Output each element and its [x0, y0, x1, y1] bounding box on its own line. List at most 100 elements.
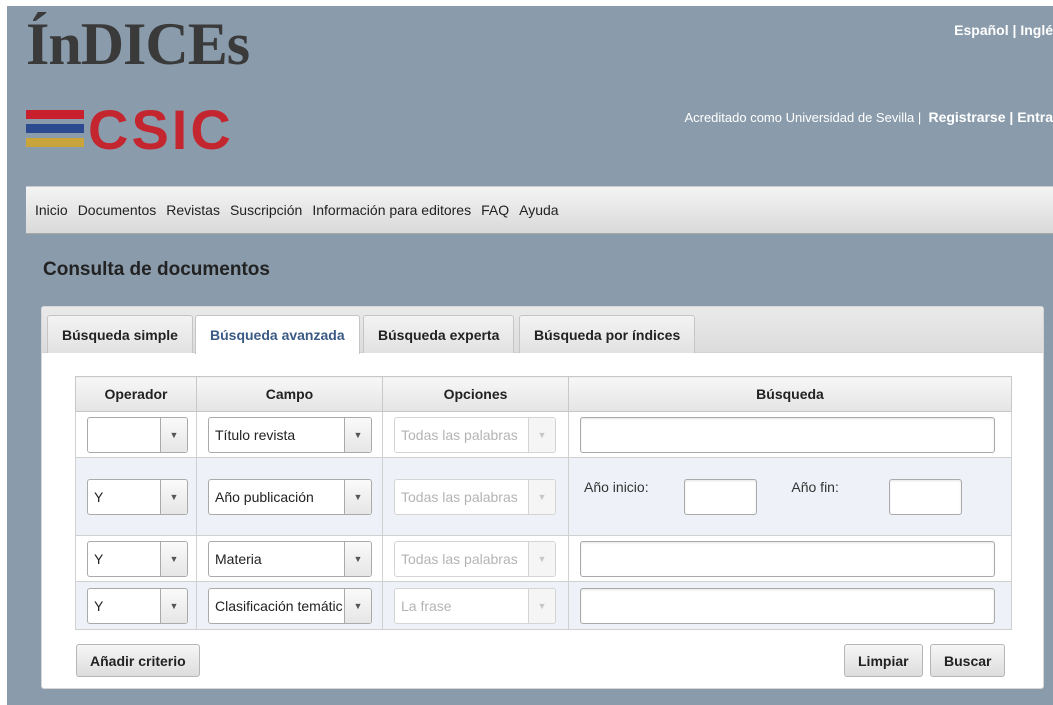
col-header-operador: Operador	[75, 376, 197, 412]
accreditation-text: Acreditado como Universidad de Sevilla |	[684, 110, 922, 125]
chevron-down-icon: ▼	[528, 588, 555, 623]
user-links: Acreditado como Universidad de Sevilla |…	[684, 109, 1053, 125]
campo-select[interactable]: Materia ▼	[208, 540, 372, 577]
operador-value: Y	[94, 550, 104, 567]
lang-english-link[interactable]: Inglé	[1020, 22, 1053, 38]
year-end-input[interactable]	[888, 478, 962, 515]
chevron-down-icon: ▼	[160, 479, 187, 514]
nav-item-ayuda[interactable]: Ayuda	[519, 202, 558, 218]
opciones-value: Todas las palabras	[401, 550, 518, 567]
nav-item-documentos[interactable]: Documentos	[78, 202, 157, 218]
chevron-down-icon: ▼	[160, 417, 187, 452]
opciones-cell: Todas las palabras ▼	[382, 535, 569, 582]
lang-spanish-link[interactable]: Español	[954, 22, 1008, 38]
logo-bar-blue	[26, 124, 84, 133]
busqueda-cell	[568, 535, 1012, 582]
main-navbar: Inicio Documentos Revistas Suscripción I…	[26, 186, 1053, 234]
logo-indices-text: ÍnDICEs	[26, 11, 250, 77]
opciones-select: Todas las palabras ▼	[394, 540, 556, 577]
nav-item-suscripcion[interactable]: Suscripción	[230, 202, 302, 218]
opciones-value: Todas las palabras	[401, 426, 518, 443]
logo-csic-text: CSIC	[88, 98, 234, 161]
busqueda-cell	[568, 581, 1012, 630]
chevron-down-icon: ▼	[528, 417, 555, 452]
register-link[interactable]: Registrarse	[928, 109, 1005, 125]
busqueda-input[interactable]	[580, 540, 995, 577]
campo-cell: Título revista ▼	[196, 411, 383, 458]
chevron-down-icon: ▼	[344, 479, 371, 514]
table-row: Y ▼ Año publicación ▼ Todas las palabras…	[75, 457, 1012, 536]
opciones-cell: Todas las palabras ▼	[382, 411, 569, 458]
window-top-edge	[0, 0, 1053, 6]
nav-item-faq[interactable]: FAQ	[481, 202, 509, 218]
opciones-value: Todas las palabras	[401, 488, 518, 505]
chevron-down-icon: ▼	[344, 588, 371, 623]
campo-value: Año publicación	[215, 488, 314, 505]
operador-cell: Y ▼	[75, 581, 197, 630]
opciones-value: La frase	[401, 597, 452, 614]
operador-select[interactable]: Y ▼	[87, 540, 188, 577]
chevron-down-icon: ▼	[528, 541, 555, 576]
search-button[interactable]: Buscar	[930, 644, 1006, 677]
chevron-down-icon: ▼	[344, 417, 371, 452]
campo-cell: Año publicación ▼	[196, 457, 383, 536]
busqueda-input[interactable]	[580, 587, 995, 624]
campo-value: Título revista	[215, 426, 296, 443]
nav-item-revistas[interactable]: Revistas	[166, 202, 220, 218]
busqueda-input[interactable]	[580, 416, 995, 453]
opciones-select: Todas las palabras ▼	[394, 416, 556, 453]
campo-select[interactable]: Clasificación temática ▼	[208, 587, 372, 624]
busqueda-cell	[568, 411, 1012, 458]
opciones-cell: Todas las palabras ▼	[382, 457, 569, 536]
nav-item-inicio[interactable]: Inicio	[35, 202, 68, 218]
table-row: ▼ Título revista ▼ Todas las palabras ▼	[75, 411, 1012, 458]
search-tabs-panel: Búsqueda simple Búsqueda avanzada Búsque…	[41, 306, 1044, 689]
language-links: Español | Inglé	[954, 22, 1053, 38]
table-row: Y ▼ Materia ▼ Todas las palabras ▼	[75, 535, 1012, 582]
campo-select[interactable]: Título revista ▼	[208, 416, 372, 453]
campo-cell: Clasificación temática ▼	[196, 581, 383, 630]
year-end-label: Año fin:	[791, 478, 839, 495]
tab-busqueda-avanzada[interactable]: Búsqueda avanzada	[195, 315, 360, 354]
chevron-down-icon: ▼	[160, 541, 187, 576]
col-header-campo: Campo	[196, 376, 383, 412]
chevron-down-icon: ▼	[344, 541, 371, 576]
logo-color-bars	[26, 110, 84, 152]
campo-select[interactable]: Año publicación ▼	[208, 478, 372, 515]
operador-cell: ▼	[75, 411, 197, 458]
opciones-cell: La frase ▼	[382, 581, 569, 630]
logo-bar-red	[26, 110, 84, 119]
busqueda-cell: Año inicio: Año fin:	[568, 457, 1012, 536]
campo-cell: Materia ▼	[196, 535, 383, 582]
page-title: Consulta de documentos	[43, 259, 270, 280]
col-header-busqueda: Búsqueda	[568, 376, 1012, 412]
criteria-table: Operador Campo Opciones Búsqueda ▼ Títul…	[75, 376, 1012, 630]
table-row: Y ▼ Clasificación temática ▼ La frase ▼	[75, 581, 1012, 630]
opciones-select: La frase ▼	[394, 587, 556, 624]
add-criterion-button[interactable]: Añadir criterio	[76, 644, 200, 677]
user-links-separator: |	[1005, 109, 1018, 125]
window-left-edge	[0, 0, 7, 705]
login-link[interactable]: Entra	[1017, 109, 1053, 125]
operador-select[interactable]: Y ▼	[87, 587, 188, 624]
opciones-select: Todas las palabras ▼	[394, 478, 556, 515]
operador-value: Y	[94, 488, 104, 505]
campo-value: Clasificación temática	[215, 597, 343, 614]
tabs-header: Búsqueda simple Búsqueda avanzada Búsque…	[42, 307, 1043, 354]
year-start-input[interactable]	[684, 478, 758, 515]
operador-value: Y	[94, 597, 104, 614]
operador-cell: Y ▼	[75, 457, 197, 536]
tab-busqueda-experta[interactable]: Búsqueda experta	[363, 315, 515, 353]
logo-bar-gold	[26, 138, 84, 147]
tab-busqueda-indices[interactable]: Búsqueda por índices	[519, 315, 696, 353]
operador-select[interactable]: ▼	[87, 416, 188, 453]
campo-value: Materia	[215, 550, 262, 567]
operador-select[interactable]: Y ▼	[87, 478, 188, 515]
chevron-down-icon: ▼	[160, 588, 187, 623]
lang-separator: |	[1008, 22, 1021, 38]
chevron-down-icon: ▼	[528, 479, 555, 514]
tab-busqueda-simple[interactable]: Búsqueda simple	[47, 315, 193, 353]
operador-cell: Y ▼	[75, 535, 197, 582]
nav-item-editores[interactable]: Información para editores	[312, 202, 471, 218]
clear-button[interactable]: Limpiar	[844, 644, 923, 677]
